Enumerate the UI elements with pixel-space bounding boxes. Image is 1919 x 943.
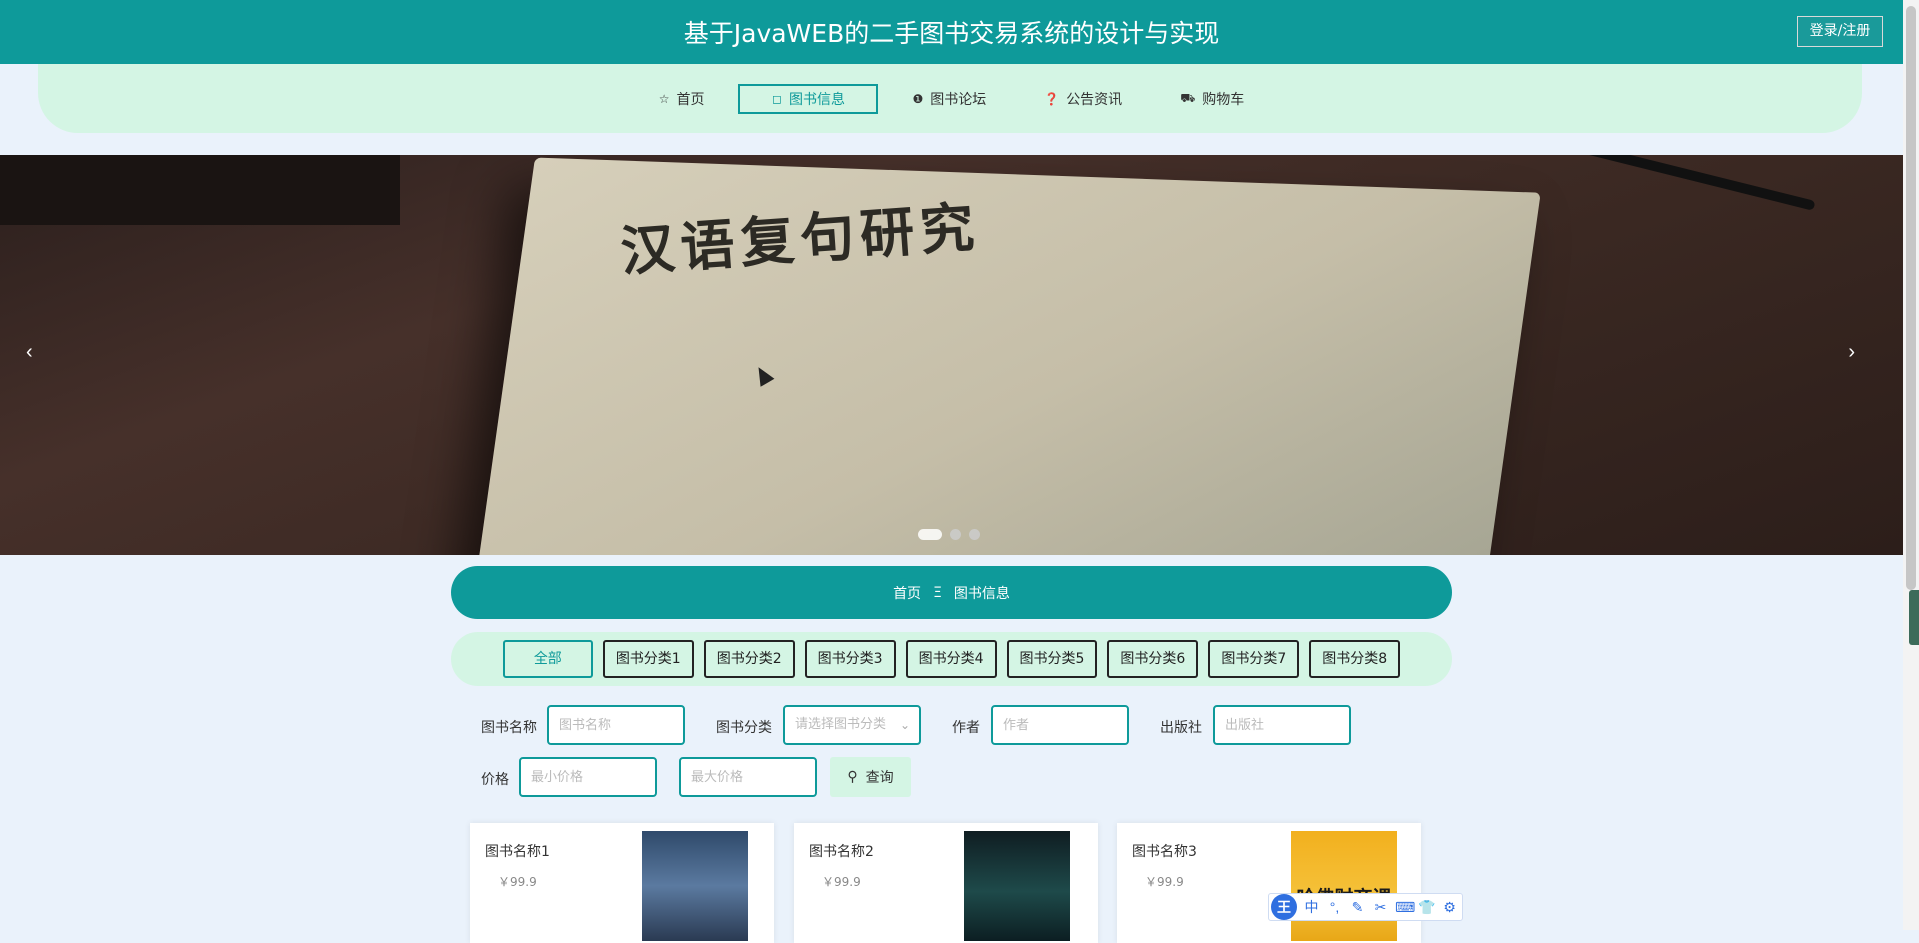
- breadcrumb-home[interactable]: 首页: [893, 583, 921, 603]
- nav-item-label: 首页: [676, 92, 705, 108]
- max-price-input[interactable]: [679, 757, 817, 797]
- book-card-name: 图书名称1: [485, 844, 550, 860]
- search-button-label: 查询: [865, 770, 894, 786]
- book-name-input[interactable]: [547, 705, 685, 745]
- side-float-handle[interactable]: [1909, 590, 1919, 645]
- carousel-dot-3[interactable]: [969, 529, 980, 540]
- category-button[interactable]: 图书分类6: [1107, 640, 1199, 678]
- carousel-next-arrow-icon[interactable]: ›: [1848, 341, 1855, 364]
- ime-chinese-mode-icon[interactable]: 中: [1303, 897, 1320, 917]
- ime-scissors-icon[interactable]: ✂: [1372, 899, 1389, 916]
- nav-item-label: 图书论坛: [930, 92, 987, 108]
- category-button[interactable]: 图书分类7: [1208, 640, 1300, 678]
- nav-item-label: 图书信息: [788, 92, 845, 108]
- main-nav: ☆ 首页 ◻ 图书信息 ❶ 图书论坛 ❓ 公告资讯 ⛟ 购物车: [0, 84, 1903, 114]
- author-input[interactable]: [991, 705, 1129, 745]
- nav-item-cart[interactable]: ⛟ 购物车: [1156, 84, 1268, 114]
- author-label: 作者: [952, 720, 980, 736]
- chevron-down-icon: ⌄: [899, 718, 910, 732]
- book-card-price: ￥99.9: [822, 875, 861, 889]
- ime-settings-icon[interactable]: ⚙: [1441, 899, 1458, 916]
- ime-keyboard-icon[interactable]: ⌨: [1395, 899, 1415, 916]
- category-all-button[interactable]: 全部: [502, 640, 593, 678]
- publisher-input[interactable]: [1213, 705, 1351, 745]
- book-card[interactable]: 图书名称2 ￥99.9: [794, 823, 1098, 943]
- book-card[interactable]: 图书名称3 ￥99.9 哈佛财商课: [1117, 823, 1421, 943]
- book-cover-image: [642, 831, 748, 941]
- book-category-select[interactable]: 请选择图书分类 ⌄: [783, 705, 921, 745]
- banner-carousel[interactable]: 汉语复句研究 ‹ ›: [0, 155, 1903, 555]
- search-icon: ⚲: [847, 769, 858, 785]
- book-name-label: 图书名称: [481, 720, 537, 736]
- book-category-label: 图书分类: [716, 720, 772, 736]
- nav-item-book-info[interactable]: ◻ 图书信息: [738, 84, 879, 114]
- question-icon: ❓: [1044, 92, 1060, 106]
- cart-icon: ⛟: [1180, 91, 1196, 105]
- search-button[interactable]: ⚲ 查询: [830, 757, 911, 797]
- price-label: 价格: [481, 772, 509, 788]
- site-title: 基于JavaWEB的二手图书交易系统的设计与实现: [683, 19, 1220, 48]
- nav-item-forum[interactable]: ❶ 图书论坛: [888, 84, 1010, 114]
- book-card[interactable]: 图书名称1 ￥99.9: [470, 823, 774, 943]
- scrollbar-thumb[interactable]: [1906, 6, 1916, 590]
- alert-icon: ❶: [912, 92, 924, 106]
- banner-background-object: [0, 155, 400, 225]
- book-card-name: 图书名称2: [809, 844, 874, 860]
- carousel-dot-1[interactable]: [918, 529, 942, 540]
- book-card-price: ￥99.9: [498, 875, 537, 889]
- ime-logo-icon[interactable]: 王: [1271, 894, 1297, 920]
- carousel-dot-2[interactable]: [950, 529, 961, 540]
- ime-punctuation-icon[interactable]: °,: [1326, 899, 1343, 915]
- ime-skin-icon[interactable]: 👕: [1418, 899, 1435, 916]
- category-button[interactable]: 图书分类2: [703, 640, 795, 678]
- category-button[interactable]: 图书分类3: [804, 640, 896, 678]
- nav-item-news[interactable]: ❓ 公告资讯: [1020, 84, 1146, 114]
- book-cover-image: [964, 831, 1070, 941]
- breadcrumb-current: 图书信息: [953, 585, 1010, 602]
- category-button[interactable]: 图书分类4: [905, 640, 997, 678]
- nav-item-home[interactable]: ☆ 首页: [635, 84, 729, 114]
- carousel-prev-arrow-icon[interactable]: ‹: [26, 341, 33, 364]
- ime-toolbar: 王 中 °, ✎ ✂ ⌨ 👕 ⚙: [1268, 893, 1463, 921]
- nav-item-label: 公告资讯: [1066, 92, 1123, 108]
- book-cover-image: 哈佛财商课: [1291, 831, 1397, 941]
- star-icon: ☆: [658, 92, 670, 106]
- breadcrumb: 首页 Ξ 图书信息: [451, 566, 1452, 619]
- bag-icon: ◻: [771, 92, 782, 106]
- page-scrollbar[interactable]: [1903, 0, 1919, 930]
- carousel-indicators: [918, 529, 980, 540]
- breadcrumb-separator-icon: Ξ: [933, 584, 942, 601]
- login-register-button[interactable]: 登录/注册: [1797, 16, 1883, 47]
- category-filter-bar: 全部 图书分类1 图书分类2 图书分类3 图书分类4 图书分类5 图书分类6 图…: [451, 632, 1452, 686]
- category-button[interactable]: 图书分类8: [1309, 640, 1401, 678]
- book-category-placeholder: 请选择图书分类: [795, 717, 887, 732]
- book-card-name: 图书名称3: [1132, 844, 1197, 860]
- category-button[interactable]: 图书分类1: [602, 640, 694, 678]
- ime-handwrite-icon[interactable]: ✎: [1349, 899, 1366, 916]
- nav-item-label: 购物车: [1202, 92, 1245, 108]
- category-button[interactable]: 图书分类5: [1006, 640, 1098, 678]
- min-price-input[interactable]: [519, 757, 657, 797]
- publisher-label: 出版社: [1160, 720, 1202, 736]
- book-card-price: ￥99.9: [1145, 875, 1184, 889]
